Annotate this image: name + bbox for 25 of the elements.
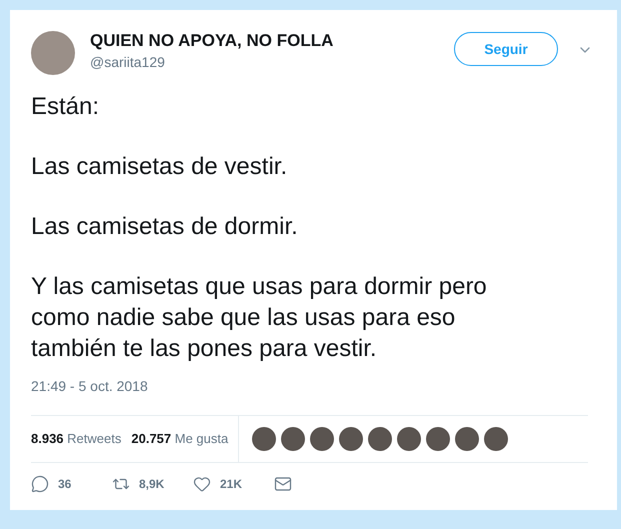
avatar-placeholder[interactable] <box>281 427 306 451</box>
avatar-placeholder[interactable] <box>339 427 364 451</box>
action-count: 21K <box>220 476 242 493</box>
author-name: QUIEN NO APOYA, NO FOLLA <box>90 30 334 52</box>
speech-bubble-icon[interactable] <box>31 475 49 493</box>
avatar-placeholder[interactable] <box>310 427 334 451</box>
avatar-placeholder[interactable] <box>455 427 480 451</box>
action-count: 8,9K <box>139 476 164 493</box>
avatar-placeholder[interactable] <box>484 427 508 451</box>
tweet-text: Están: <box>31 92 100 122</box>
tweet-text: Las camisetas de dormir. <box>31 212 299 242</box>
timestamp: 21:49 - 5 oct. 2018 <box>31 377 149 396</box>
author-handle: @sariita129 <box>90 53 166 71</box>
envelope-icon[interactable] <box>274 475 292 493</box>
tweet-text: Las camisetas de vestir. <box>31 152 288 182</box>
avatar-placeholder[interactable] <box>252 427 276 451</box>
stat-count[interactable]: 8.936 Retweets <box>31 429 122 449</box>
stat-count[interactable]: 20.757 Me gusta <box>131 429 228 449</box>
action-count: 36 <box>58 476 72 493</box>
avatar-placeholder[interactable] <box>426 427 450 451</box>
avatar-placeholder[interactable] <box>397 427 422 451</box>
avatar-placeholder[interactable] <box>368 427 392 451</box>
tweet-text: Y las camisetas que usas para dormir pero como nadie sabe que las usas para eso también te las pones para vestir. <box>31 272 488 364</box>
avatar-placeholder <box>31 31 75 75</box>
heart-icon[interactable] <box>193 475 211 493</box>
